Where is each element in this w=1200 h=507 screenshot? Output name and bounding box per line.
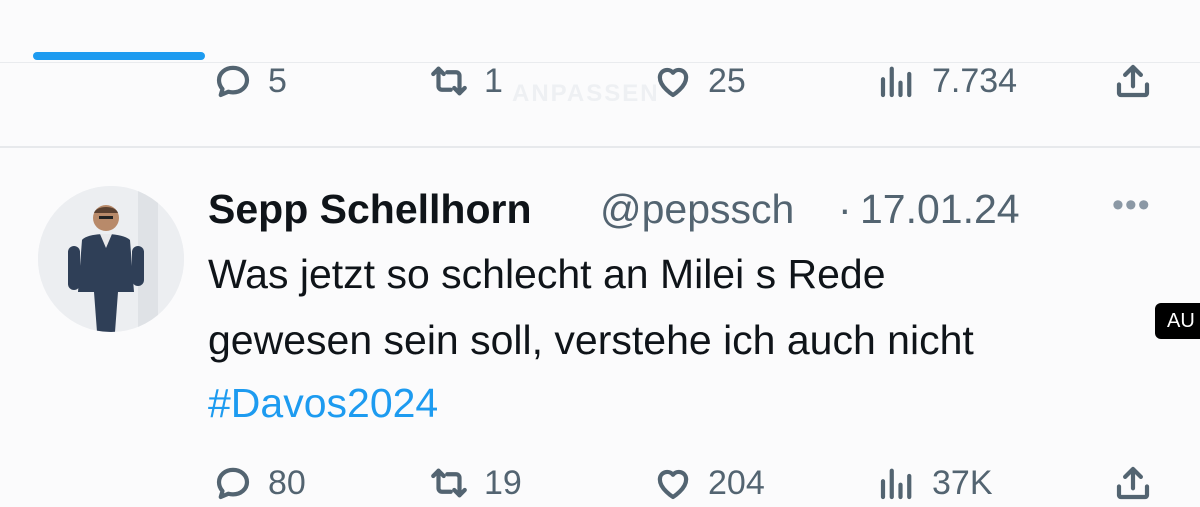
tweet-text-line-2: gewesen sein soll, verstehe ich auch nic…	[208, 317, 974, 363]
progress-bar	[33, 52, 205, 60]
user-handle[interactable]: @pepssch	[600, 186, 794, 233]
like-icon	[657, 67, 689, 98]
prev-views-button[interactable]: 7.734	[876, 60, 1017, 102]
more-options-button[interactable]: •••	[1112, 186, 1151, 225]
reply-icon	[216, 65, 250, 98]
avatar[interactable]	[38, 186, 184, 332]
display-name[interactable]: Sepp Schellhorn	[208, 186, 532, 233]
reply-icon	[216, 467, 250, 500]
like-button[interactable]: 204	[652, 462, 765, 504]
prev-share-button[interactable]	[1112, 60, 1154, 102]
retweet-button[interactable]: 19	[428, 462, 522, 504]
prev-like-button[interactable]: 25	[652, 60, 746, 102]
share-button[interactable]	[1112, 462, 1154, 504]
tweet-divider	[0, 146, 1200, 148]
share-icon	[1116, 466, 1150, 500]
watermark: ANPASSEN	[512, 80, 660, 107]
prev-views-count: 7.734	[932, 61, 1018, 100]
views-count: 37K	[932, 463, 993, 502]
views-button[interactable]: 37K	[876, 462, 993, 504]
views-icon	[880, 468, 912, 500]
views-icon	[880, 66, 912, 98]
share-icon	[1116, 64, 1150, 98]
retweet-icon	[431, 468, 467, 498]
tweet-date[interactable]: 17.01.24	[860, 186, 1020, 233]
reply-button[interactable]: 80	[212, 462, 306, 504]
prev-retweet-count: 1	[484, 61, 503, 100]
prev-reply-count: 5	[268, 61, 287, 100]
separator-dot: ·	[838, 186, 852, 232]
hashtag-link[interactable]: #Davos2024	[208, 383, 438, 424]
side-badge[interactable]: AU	[1155, 303, 1200, 339]
avatar-photo	[38, 186, 184, 332]
like-count: 204	[708, 463, 765, 502]
prev-reply-button[interactable]: 5	[212, 60, 287, 102]
tweet-text-line-1: Was jetzt so schlecht an Milei s Rede	[208, 251, 886, 297]
reply-count: 80	[268, 463, 306, 502]
prev-like-count: 25	[708, 61, 746, 100]
prev-retweet-button[interactable]: 1	[428, 60, 503, 102]
retweet-count: 19	[484, 463, 522, 502]
like-icon	[657, 469, 689, 500]
retweet-icon	[431, 66, 467, 96]
top-divider	[0, 62, 1200, 63]
